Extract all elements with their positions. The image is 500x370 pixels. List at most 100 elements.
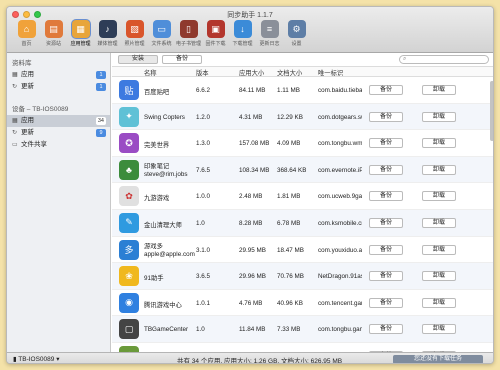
bundle-id: NetDragon.91assist — [318, 273, 362, 281]
sidebar-item-device_items-1[interactable]: ↻ 更新 9 — [7, 127, 110, 139]
app-version: 1.0.0 — [196, 193, 211, 201]
count-badge: 9 — [96, 129, 106, 137]
backup-button[interactable]: 备份 — [369, 244, 403, 255]
toolbar-item-5[interactable]: ▭ 文件系统 — [148, 20, 175, 47]
download-task-button[interactable]: 您还没有下载任务 — [393, 355, 483, 363]
toolbar-item-0[interactable]: ⌂ 首页 — [13, 20, 40, 47]
column-doc-size[interactable]: 文档大小 — [277, 68, 302, 77]
table-row[interactable]: ✿ 九游游戏 1.0.0 2.48 MB 1.81 MB com.ucweb.9… — [112, 183, 493, 210]
grid-icon: ▦ — [12, 118, 18, 124]
table-row[interactable]: ❀ 91助手 3.6.5 29.96 MB 70.76 MB NetDragon… — [112, 263, 493, 290]
backup-tab[interactable]: 备份 — [162, 55, 202, 64]
doc-size: 1.11 MB — [277, 87, 300, 94]
backup-button[interactable]: 备份 — [369, 164, 403, 175]
table-row[interactable]: ✪ 完美世界 1.3.0 157.08 MB 4.09 MB com.tongb… — [112, 130, 493, 157]
table-row[interactable]: ✎ 金山清理大师 1.0 8.28 MB 6.78 MB com.ksmobil… — [112, 209, 493, 237]
sidebar-item-label: 文件共享 — [21, 141, 47, 148]
main-toolbar: ⌂ 首页 ▤ 资源站 ▦ 应用管理 ♪ 媒体管理 ▧ 照片管理 ▭ 文件系统 ▯ 电子书管理… — [13, 20, 310, 47]
folder-icon: ▭ — [152, 20, 171, 38]
table-row[interactable]: ▢ TBGameCenter 1.0 11.84 MB 7.33 MB com.… — [112, 316, 493, 343]
scroll-thumb[interactable] — [490, 81, 493, 141]
uninstall-button[interactable]: 卸载 — [422, 111, 456, 122]
column-app-size[interactable]: 应用大小 — [239, 68, 264, 77]
app-size: 4.76 MB — [239, 299, 263, 307]
app-icon: ✦ — [119, 106, 139, 127]
toolbar-item-2[interactable]: ▦ 应用管理 — [67, 20, 94, 47]
toolbar-item-10[interactable]: ⚙ 设置 — [283, 20, 310, 47]
uninstall-button[interactable]: 卸载 — [422, 324, 456, 335]
sidebar-item-library_items-1[interactable]: ↻ 更新 1 — [7, 81, 110, 93]
toolbar-item-3[interactable]: ♪ 媒体管理 — [94, 20, 121, 47]
app-icon: ♣ — [119, 159, 139, 180]
backup-button[interactable]: 备份 — [369, 324, 403, 335]
bundle-id: com.tencent.game — [318, 299, 362, 307]
toolbar-item-4[interactable]: ▧ 照片管理 — [121, 20, 148, 47]
table-row[interactable]: ✦ Swing Copters 1.2.0 4.31 MB 12.29 KB c… — [112, 103, 493, 131]
uninstall-button[interactable]: 卸载 — [422, 297, 456, 308]
uninstall-button[interactable]: 卸载 — [422, 217, 456, 228]
scrollbar[interactable] — [490, 77, 493, 347]
column-name[interactable]: 名称 — [144, 68, 157, 77]
uninstall-button[interactable]: 卸载 — [422, 244, 456, 255]
uninstall-button[interactable]: 卸载 — [422, 164, 456, 175]
app-name: 91助手 — [144, 275, 164, 283]
uninstall-button[interactable]: 卸载 — [422, 271, 456, 282]
app-version: 3.6.5 — [196, 273, 211, 281]
store-icon: ▤ — [44, 20, 63, 38]
count-badge: 1 — [96, 83, 106, 91]
sub-toolbar: 安装 备份 ⌕ — [112, 53, 493, 67]
backup-button[interactable]: 备份 — [369, 111, 403, 122]
table-row[interactable]: 贴 百度贴吧 6.6.2 84.11 MB 1.11 MB com.baidu.… — [112, 77, 493, 104]
sidebar-item-label: 更新 — [21, 83, 34, 90]
backup-button[interactable]: 备份 — [369, 85, 403, 95]
app-icon: ❀ — [119, 266, 139, 287]
toolbar-item-1[interactable]: ▤ 资源站 — [40, 20, 67, 47]
count-badge: 34 — [95, 117, 106, 125]
sidebar-item-device_items-2[interactable]: ▭ 文件共享 — [7, 139, 110, 151]
app-version: 7.6.5 — [196, 166, 211, 174]
device-selector[interactable]: ▮ TB-IOS0089 ▾ — [13, 355, 59, 363]
table-row[interactable]: 多 游戏多 apple@apple.com 3.1.0 29.95 MB 18.4… — [112, 237, 493, 264]
backup-button[interactable]: 备份 — [369, 191, 403, 202]
uninstall-button[interactable]: 卸载 — [422, 191, 456, 202]
download-icon: ↓ — [233, 20, 252, 38]
bundle-id: com.baidu.tieba — [318, 87, 362, 94]
doc-size: 368.64 KB — [277, 166, 307, 174]
table-row[interactable]: ◉ 腾讯游戏中心 1.0.1 4.76 MB 40.96 KB com.tenc… — [112, 290, 493, 317]
sidebar: 资料库 ▦ 应用 1 ↻ 更新 1 设备 – TB-IOS0089 ▦ 应用 34… — [7, 53, 111, 352]
app-icon: ▢ — [119, 319, 139, 340]
app-list-panel: 安装 备份 ⌕ 名称 版本 应用大小 文档大小 唯一标识 贴 百度贴吧 6.6.… — [112, 53, 493, 363]
toolbar-label: 文件系统 — [151, 41, 172, 47]
toolbar-item-7[interactable]: ▣ 固件下载 — [202, 20, 229, 47]
search-input[interactable]: ⌕ — [399, 55, 489, 64]
toolbar-label: 资源站 — [45, 41, 61, 47]
backup-button[interactable]: 备份 — [369, 271, 403, 282]
table-row[interactable]: ♣ 印象笔记 steve@rim.jobs 7.6.5 108.34 MB 368… — [112, 156, 493, 184]
install-tab[interactable]: 安装 — [118, 55, 158, 64]
sidebar-item-device_items-0[interactable]: ▦ 应用 34 — [7, 115, 110, 127]
toolbar-item-9[interactable]: ≡ 更新日志 — [256, 20, 283, 47]
window-title: 同步助手 1.1.7 — [227, 12, 273, 19]
toolbar-label: 照片管理 — [124, 41, 145, 47]
uninstall-button[interactable]: 卸载 — [422, 138, 456, 149]
app-version: 6.6.2 — [196, 87, 211, 94]
doc-size: 18.47 MB — [277, 246, 304, 254]
doc-size: 40.96 KB — [277, 299, 303, 307]
app-table: 贴 百度贴吧 6.6.2 84.11 MB 1.11 MB com.baidu.… — [112, 77, 493, 363]
library-list: ▦ 应用 1 ↻ 更新 1 — [7, 69, 110, 93]
column-version[interactable]: 版本 — [196, 68, 209, 77]
app-size: 8.28 MB — [239, 219, 263, 227]
toolbar-item-8[interactable]: ↓ 下载管理 — [229, 20, 256, 47]
sidebar-item-label: 应用 — [21, 117, 34, 124]
settings-icon: ⚙ — [287, 20, 306, 38]
sidebar-item-library_items-0[interactable]: ▦ 应用 1 — [7, 69, 110, 81]
uninstall-button[interactable]: 卸载 — [422, 85, 456, 95]
backup-button[interactable]: 备份 — [369, 297, 403, 308]
column-id[interactable]: 唯一标识 — [318, 68, 343, 77]
bundle-id: com.youxiduo.app — [318, 246, 362, 254]
folder-icon: ▭ — [12, 142, 18, 148]
toolbar-label: 首页 — [21, 41, 32, 47]
backup-button[interactable]: 备份 — [369, 217, 403, 228]
backup-button[interactable]: 备份 — [369, 138, 403, 149]
toolbar-item-6[interactable]: ▯ 电子书管理 — [175, 20, 202, 47]
